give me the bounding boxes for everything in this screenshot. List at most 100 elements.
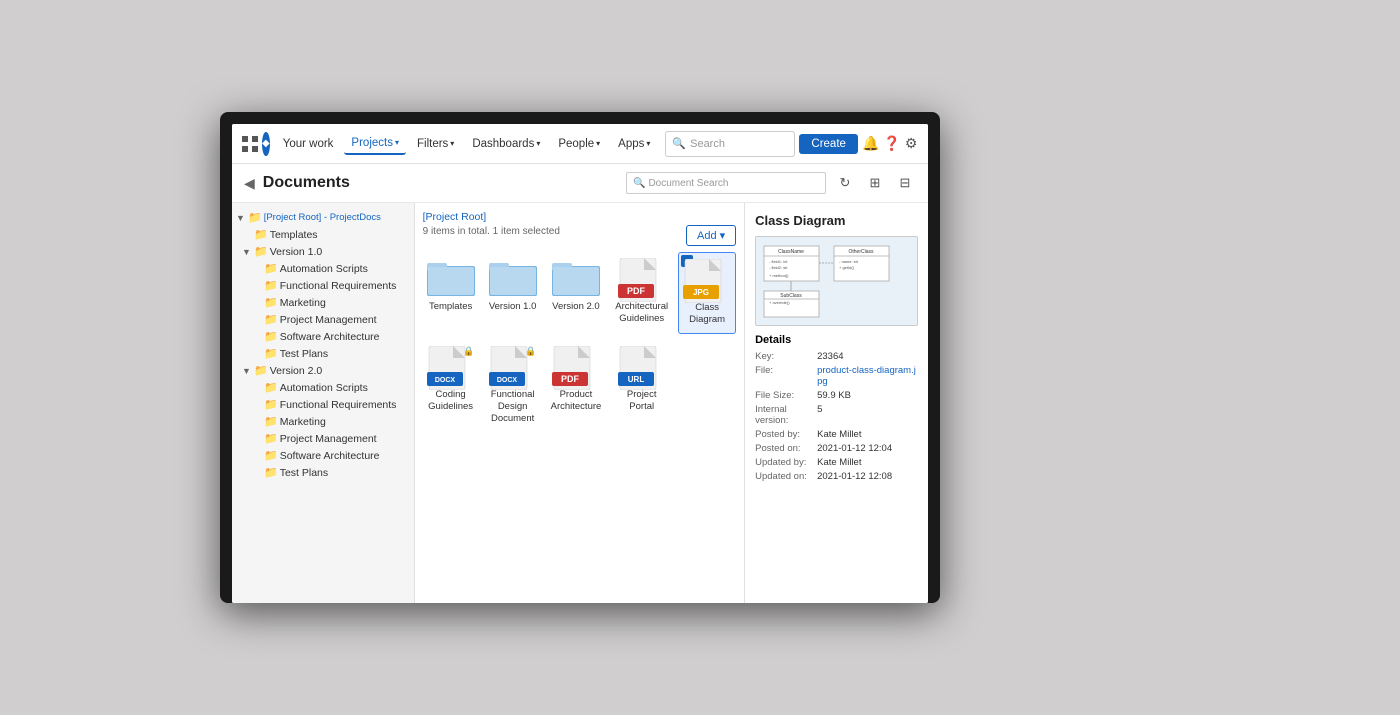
nav-people[interactable]: People ▾ [551, 134, 607, 154]
file-item-version20[interactable]: Version 2.0 [547, 252, 606, 334]
apps-chevron: ▾ [646, 139, 650, 148]
sidebar-item-label: Version 1.0 [270, 246, 323, 258]
breadcrumb[interactable]: [Project Root] [423, 211, 737, 223]
doc-search-placeholder: Document Search [648, 178, 728, 189]
detail-value: 2021-01-12 12:08 [817, 471, 918, 482]
svg-text:- field1: int: - field1: int [769, 259, 788, 264]
doc-body: ▼ 📁 [Project Root] - ProjectDocs 📁 Templ… [232, 203, 928, 603]
folder-icon [427, 258, 475, 298]
detail-label: Updated on: [755, 471, 815, 482]
global-search[interactable]: 🔍 [665, 131, 795, 157]
documents-area: ◀ Documents 🔍 Document Search ↻ ⊞ ⊟ ▼ 📁 [232, 164, 928, 603]
nav-apps[interactable]: Apps ▾ [611, 134, 657, 154]
doc-search-icon: 🔍 [633, 178, 645, 189]
item-count: 9 items in total. 1 item selected [423, 226, 560, 237]
sidebar-item-label: Automation Scripts [280, 382, 368, 394]
detail-label: Posted on: [755, 443, 815, 454]
file-item-coding-guidelines[interactable]: DOCX 🔒 Coding Guidelines [423, 340, 479, 432]
monitor: Your work Projects ▾ Filters ▾ Dashboard… [220, 112, 940, 603]
file-name: Templates [429, 301, 472, 313]
file-item-func-design[interactable]: DOCX 🔒 Functional Design Document [485, 340, 541, 432]
sidebar-item-label: Test Plans [280, 348, 328, 360]
view-grid-icon[interactable]: ⊞ [864, 172, 886, 194]
notifications-icon[interactable]: 🔔 [862, 131, 879, 157]
sidebar-item-label: Project Management [280, 433, 377, 445]
sidebar-item-templates[interactable]: 📁 Templates [232, 226, 414, 243]
details-section: Details Key: 23364 File: product-class-d… [755, 334, 918, 482]
doc-search-box[interactable]: 🔍 Document Search [626, 172, 826, 194]
sidebar-item-version20[interactable]: ▼ 📁 Version 2.0 [232, 362, 414, 379]
nav-projects[interactable]: Projects ▾ [344, 133, 406, 155]
sidebar-item-label: Functional Requirements [280, 280, 397, 292]
grid-icon[interactable] [242, 133, 258, 155]
folder-icon [552, 258, 600, 298]
expand-icon: ▼ [242, 247, 252, 257]
dashboards-chevron: ▾ [536, 139, 540, 148]
add-button[interactable]: Add ▾ [686, 225, 736, 246]
detail-row-posted-by: Posted by: Kate Millet [755, 429, 918, 440]
nav-dashboards[interactable]: Dashboards ▾ [465, 134, 547, 154]
panel-title: Class Diagram [755, 213, 918, 228]
folder-icon: 📁 [254, 228, 268, 241]
file-item-project-portal[interactable]: URL Project Portal [611, 340, 672, 432]
nav-your-work[interactable]: Your work [276, 134, 341, 154]
svg-text:SubClass: SubClass [780, 293, 802, 299]
sidebar-item-test2[interactable]: 📁 Test Plans [232, 464, 414, 481]
folder-icon: 📁 [264, 449, 278, 462]
doc-header: ◀ Documents 🔍 Document Search ↻ ⊞ ⊟ [232, 164, 928, 203]
refresh-icon[interactable]: ↻ [834, 172, 856, 194]
sidebar-item-func1[interactable]: 📁 Functional Requirements [232, 277, 414, 294]
sidebar-item-label: Marketing [280, 297, 326, 309]
svg-text:DOCX: DOCX [434, 377, 455, 384]
help-icon[interactable]: ❓ [883, 131, 900, 157]
view-options-icon[interactable]: ⊟ [894, 172, 916, 194]
sidebar-item-pm1[interactable]: 📁 Project Management [232, 311, 414, 328]
sidebar-item-sw1[interactable]: 📁 Software Architecture [232, 328, 414, 345]
sidebar-item-func2[interactable]: 📁 Functional Requirements [232, 396, 414, 413]
pdf-icon: PDF [618, 258, 666, 298]
sidebar-item-auto1[interactable]: 📁 Automation Scripts [232, 260, 414, 277]
sidebar-item-label: Templates [270, 229, 318, 241]
file-item-templates[interactable]: Templates [423, 252, 479, 334]
back-arrow[interactable]: ◀ [244, 175, 255, 192]
sidebar-item-sw2[interactable]: 📁 Software Architecture [232, 447, 414, 464]
svg-text:PDF: PDF [561, 374, 580, 384]
sidebar-item-pm2[interactable]: 📁 Project Management [232, 430, 414, 447]
file-item-product-arch[interactable]: PDF Product Architecture [547, 340, 606, 432]
sidebar-item-marketing1[interactable]: 📁 Marketing [232, 294, 414, 311]
right-panel: Class Diagram ClassName - field1: int - … [744, 203, 928, 603]
detail-file-link[interactable]: product-class-diagram.jpg [817, 365, 918, 387]
page-title: Documents [263, 174, 618, 192]
file-name: Coding Guidelines [427, 389, 475, 414]
settings-icon[interactable]: ⚙ [905, 131, 918, 157]
app-logo[interactable] [262, 132, 270, 156]
file-item-arch-guidelines[interactable]: PDF Architectural Guidelines [611, 252, 672, 334]
file-item-version10[interactable]: Version 1.0 [485, 252, 541, 334]
svg-text:- name: str: - name: str [839, 259, 859, 264]
sidebar-item-auto2[interactable]: 📁 Automation Scripts [232, 379, 414, 396]
detail-label: Internal version: [755, 404, 815, 426]
docx-icon: DOCX 🔒 [489, 346, 537, 386]
svg-text:ClassName: ClassName [778, 249, 804, 255]
detail-label: File Size: [755, 390, 815, 401]
sidebar-item-label: Automation Scripts [280, 263, 368, 275]
svg-text:+ getId(): + getId() [839, 265, 855, 270]
sidebar-item-marketing2[interactable]: 📁 Marketing [232, 413, 414, 430]
file-name: Version 2.0 [552, 301, 600, 313]
folder-icon: 📁 [264, 296, 278, 309]
people-chevron: ▾ [596, 139, 600, 148]
sidebar-item-version10[interactable]: ▼ 📁 Version 1.0 [232, 243, 414, 260]
detail-label: Posted by: [755, 429, 815, 440]
detail-row-posted-on: Posted on: 2021-01-12 12:04 [755, 443, 918, 454]
create-button[interactable]: Create [799, 134, 858, 154]
sidebar-item-test1[interactable]: 📁 Test Plans [232, 345, 414, 362]
search-input[interactable] [690, 138, 790, 150]
nav-filters[interactable]: Filters ▾ [410, 134, 461, 154]
file-name: Architectural Guidelines [615, 301, 668, 326]
add-chevron: ▾ [720, 229, 726, 242]
expand-icon: ▼ [242, 366, 252, 376]
panel-preview: ClassName - field1: int - field2: str + … [755, 236, 918, 326]
sidebar-item-label: Functional Requirements [280, 399, 397, 411]
sidebar-item-root[interactable]: ▼ 📁 [Project Root] - ProjectDocs [232, 209, 414, 226]
file-item-class-diagram[interactable]: JPG Class Diagram [678, 252, 736, 334]
